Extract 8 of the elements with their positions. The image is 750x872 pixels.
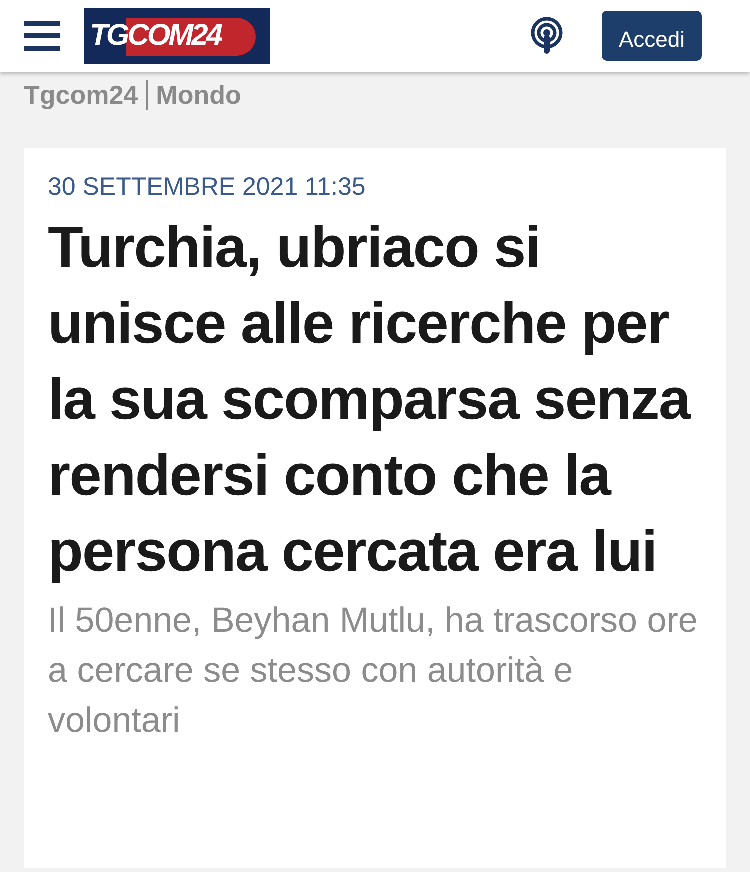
breadcrumb-link[interactable]: Tgcom24 bbox=[24, 76, 138, 114]
menu-icon[interactable] bbox=[24, 21, 60, 51]
article-date: 30 SETTEMBRE 2021 11:35 bbox=[48, 172, 367, 203]
article-headline: Turchia, ubriaco si unisce alle ricerche per la sua scomparsa senza rendersi conto che la persona cercata era lui bbox=[48, 214, 692, 586]
podcast-icon[interactable] bbox=[530, 17, 564, 55]
article-subtitle: Il 50enne, Beyhan Mutlu, ha trascorso ore a cercare se stesso con autorità e volontari bbox=[48, 600, 699, 742]
breadcrumb-link[interactable]: Mondo bbox=[156, 76, 242, 114]
login-button[interactable]: Accedi bbox=[602, 11, 702, 61]
